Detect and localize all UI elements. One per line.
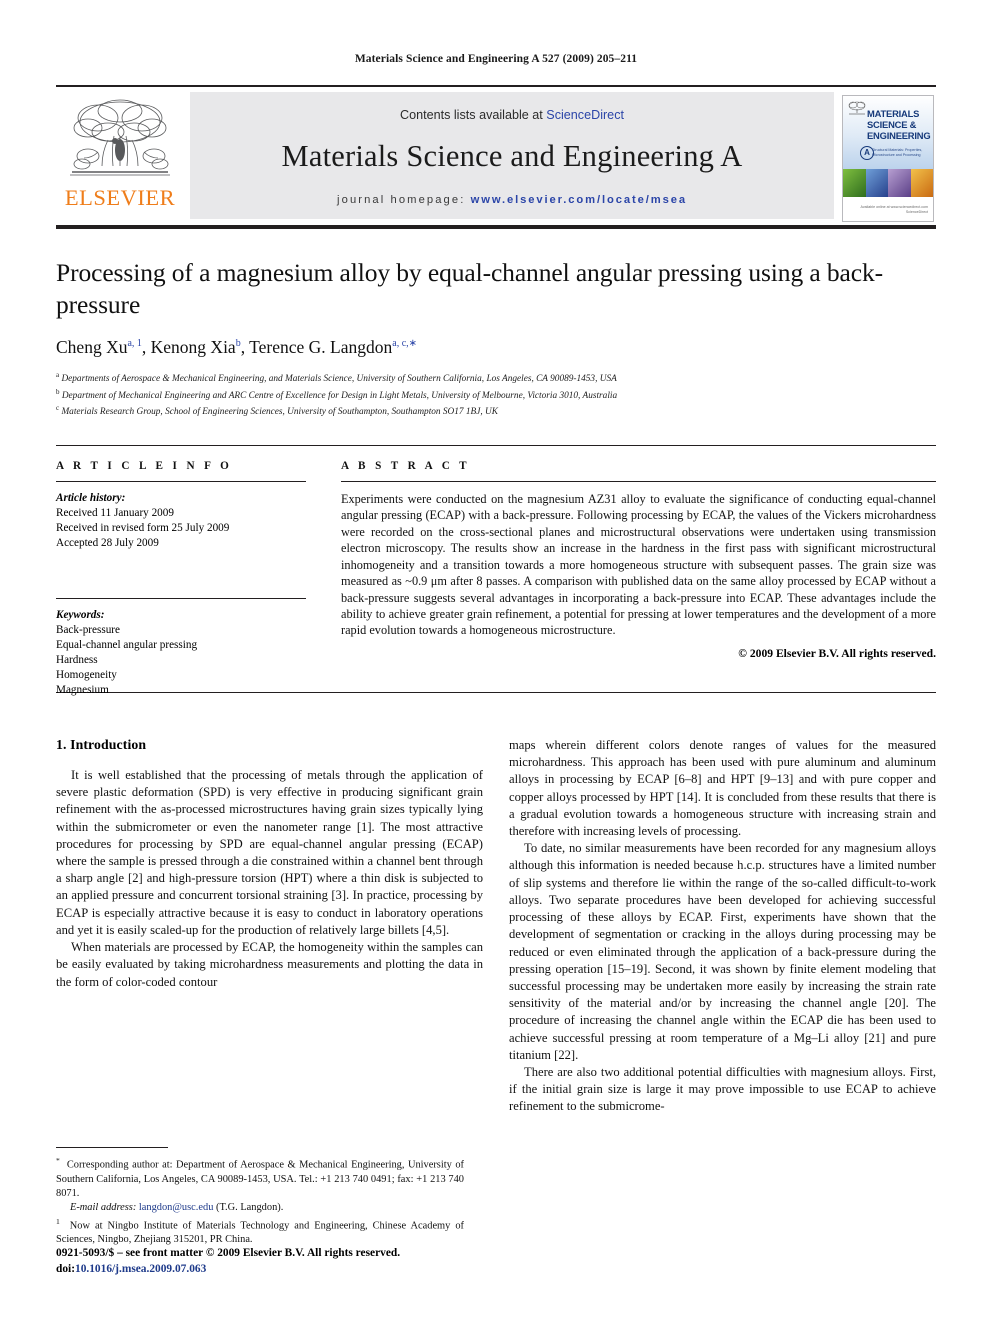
- keyword-item: Magnesium: [56, 684, 109, 697]
- doi-link[interactable]: 10.1016/j.msea.2009.07.063: [75, 1263, 206, 1275]
- article-history-list: Received 11 January 2009 Received in rev…: [56, 506, 306, 551]
- masthead-bottom-rule: [56, 225, 936, 229]
- cover-footer-text: Available online at www.sciencedirect.co…: [860, 205, 928, 214]
- author-list: Cheng Xua, 1, Kenong Xiab, Terence G. La…: [56, 337, 936, 358]
- keyword-item: Equal-channel angular pressing: [56, 639, 198, 652]
- history-received: Received 11 January 2009: [56, 507, 174, 520]
- footnote-email: E-mail address: langdon@usc.edu (T.G. La…: [56, 1201, 464, 1215]
- email-address-label: E-mail address:: [70, 1201, 137, 1213]
- doi-label: doi:: [56, 1262, 75, 1275]
- affiliation-c-mark: c: [56, 404, 60, 413]
- affiliation-a-mark: a: [56, 371, 60, 379]
- affiliation-a: a Departments of Aerospace & Mechanical …: [56, 369, 936, 386]
- affiliation-b-mark: b: [56, 387, 60, 396]
- abstract-column: A B S T R A C T Experiments were conduct…: [306, 460, 936, 692]
- sciencedirect-link[interactable]: ScienceDirect: [546, 108, 624, 122]
- elsevier-tree-icon: [70, 99, 170, 176]
- abstract-rule: [341, 481, 936, 483]
- journal-title: Materials Science and Engineering A: [281, 138, 743, 173]
- contents-prefix: Contents lists available at: [399, 107, 547, 122]
- paragraph: maps wherein different colors denote ran…: [509, 738, 936, 839]
- history-revised: Received in revised form 25 July 2009: [56, 522, 230, 535]
- cover-subtitle: Structural Materials: Properties, Micros…: [872, 148, 923, 157]
- paragraph: There are also two additional potential …: [509, 1064, 936, 1114]
- footnote-corresponding-text: Corresponding author at: Department of A…: [56, 1159, 464, 1199]
- footnote-corresponding-author: * Corresponding author at: Department of…: [56, 1154, 464, 1200]
- journal-cover-block: MATERIALS SCIENCE & ENGINEERING A Struct…: [840, 92, 936, 225]
- abstract-heading: A B S T R A C T: [341, 460, 471, 473]
- page-title: Processing of a magnesium alloy by equal…: [56, 258, 883, 319]
- info-abstract-section: A R T I C L E I N F O Article history: R…: [56, 445, 936, 696]
- doi-line: doi:10.1016/j.msea.2009.07.063: [56, 1262, 400, 1277]
- article-info-column: A R T I C L E I N F O Article history: R…: [56, 460, 306, 696]
- keywords-rule: [56, 598, 306, 600]
- keywords-label: Keywords:: [56, 609, 105, 622]
- affiliation-b-text: Department of Mechanical Engineering and…: [61, 390, 618, 401]
- author-sep-2: ,: [240, 337, 250, 357]
- right-column: maps wherein different colors denote ran…: [509, 737, 936, 1247]
- cover-photo-strip: [843, 168, 933, 198]
- keyword-list: Back-pressure Equal-channel angular pres…: [56, 623, 306, 698]
- history-accepted: Accepted 28 July 2009: [56, 537, 159, 550]
- homepage-url-link[interactable]: www.elsevier.com/locate/msea: [471, 194, 687, 206]
- body-columns: 1. Introduction It is well established t…: [56, 737, 936, 1247]
- section-heading-introduction: 1. Introduction: [56, 737, 147, 753]
- author-3-sup: a, c,∗: [392, 338, 418, 350]
- imprint-block: 0921-5093/$ – see front matter © 2009 El…: [56, 1246, 400, 1277]
- abstract-text: Experiments were conducted on the magnes…: [341, 492, 936, 638]
- affiliation-b: b Department of Mechanical Engineering a…: [56, 386, 936, 403]
- affiliation-a-text: Departments of Aerospace & Mechanical En…: [61, 374, 617, 385]
- title-block: Processing of a magnesium alloy by equal…: [56, 257, 936, 419]
- footnote-rule: [56, 1147, 168, 1149]
- cover-elsevier-tree-icon: [848, 101, 866, 115]
- footnote-note-1: 1 Now at Ningbo Institute of Materials T…: [56, 1215, 464, 1247]
- footnote-block: * Corresponding author at: Department of…: [56, 1147, 464, 1247]
- author-1-sup: a, 1: [127, 338, 142, 350]
- email-link[interactable]: langdon@usc.edu: [139, 1202, 214, 1213]
- running-head: Materials Science and Engineering A 527 …: [354, 53, 638, 65]
- journal-masthead: ELSEVIER Contents lists available at Sci…: [56, 85, 936, 229]
- article-info-heading: A R T I C L E I N F O: [56, 460, 233, 473]
- elsevier-wordmark: ELSEVIER: [64, 185, 176, 210]
- affiliation-c-text: Materials Research Group, School of Engi…: [61, 407, 498, 418]
- abstract-copyright: © 2009 Elsevier B.V. All rights reserved…: [738, 646, 936, 660]
- affiliation-c: c Materials Research Group, School of En…: [56, 402, 936, 419]
- homepage-prefix: journal homepage:: [337, 193, 471, 206]
- author-3-name: Terence G. Langdon: [249, 337, 393, 357]
- journal-homepage-line: journal homepage: www.elsevier.com/locat…: [337, 194, 687, 206]
- paper-page: Materials Science and Engineering A 527 …: [0, 0, 992, 1323]
- left-column: 1. Introduction It is well established t…: [56, 737, 483, 1247]
- paragraph: To date, no similar measurements have be…: [509, 841, 936, 1062]
- paragraph: When materials are processed by ECAP, th…: [56, 940, 483, 989]
- email-owner: (T.G. Langdon).: [216, 1201, 284, 1213]
- journal-cover-thumbnail[interactable]: MATERIALS SCIENCE & ENGINEERING A Struct…: [842, 95, 934, 222]
- contents-available-line: Contents lists available at ScienceDirec…: [400, 108, 624, 122]
- author-sep-1: ,: [141, 337, 151, 357]
- cover-title-line2: SCIENCE &: [867, 119, 917, 130]
- asterisk-icon: *: [56, 1156, 60, 1166]
- cover-title-line3: ENGINEERING: [867, 130, 931, 141]
- affiliation-list: a Departments of Aerospace & Mechanical …: [56, 369, 936, 419]
- journal-band: Contents lists available at ScienceDirec…: [190, 92, 834, 219]
- paragraph: It is well established that the processi…: [56, 768, 483, 937]
- keyword-item: Hardness: [56, 654, 98, 667]
- author-1-name: Cheng Xu: [56, 337, 128, 357]
- footnote-marker-1: 1: [56, 1216, 60, 1226]
- author-2-name: Kenong Xia: [150, 337, 236, 357]
- cover-title-line1: MATERIALS: [867, 108, 920, 119]
- keyword-item: Back-pressure: [56, 624, 120, 637]
- footnote-note-1-text: Now at Ningbo Institute of Materials Tec…: [56, 1220, 464, 1246]
- article-history-label: Article history:: [56, 492, 126, 505]
- issn-line: 0921-5093/$ – see front matter © 2009 El…: [56, 1247, 401, 1260]
- keyword-item: Homogeneity: [56, 669, 117, 682]
- article-info-rule: [56, 481, 306, 483]
- elsevier-logo: ELSEVIER: [56, 92, 184, 225]
- cover-title: MATERIALS SCIENCE & ENGINEERING: [867, 108, 931, 141]
